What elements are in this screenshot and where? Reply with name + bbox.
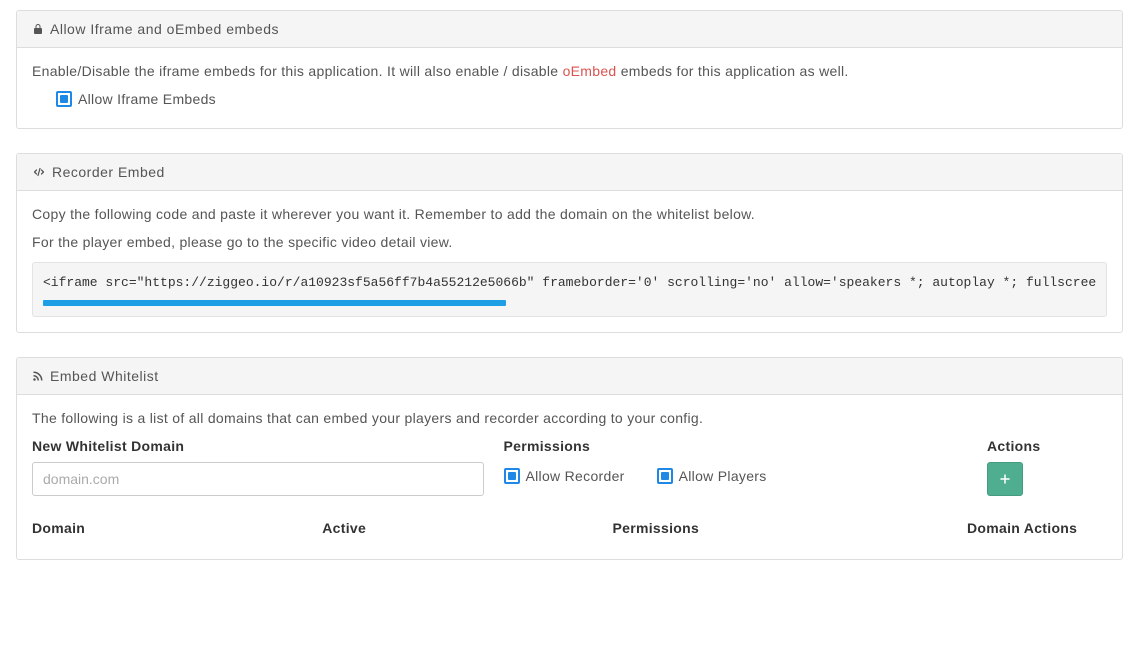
whitelist-permissions-column: Permissions Allow Recorder Allow Players [504,438,968,484]
allow-iframe-checkbox-label[interactable]: Allow Iframe Embeds [78,91,216,107]
code-icon [32,166,46,178]
new-whitelist-domain-label: New Whitelist Domain [32,438,484,454]
oembed-link[interactable]: oEmbed [563,63,617,79]
allow-players-item: Allow Players [657,468,767,484]
iframe-embeds-panel-body: Enable/Disable the iframe embeds for thi… [17,48,1122,128]
th-domain-actions: Domain Actions [967,520,1107,536]
whitelist-actions-column: Actions [987,438,1107,496]
add-domain-button[interactable] [987,462,1023,496]
plus-icon [999,473,1011,485]
allow-players-checkbox[interactable] [657,468,673,484]
desc-suffix: embeds for this application as well. [617,63,849,79]
recorder-embed-panel-title: Recorder Embed [52,164,165,180]
code-selection-highlight [43,300,506,306]
permissions-checks: Allow Recorder Allow Players [504,462,968,484]
allow-recorder-checkbox[interactable] [504,468,520,484]
embed-whitelist-description: The following is a list of all domains t… [32,410,1107,426]
allow-iframe-checkbox[interactable] [56,91,72,107]
desc-prefix: Enable/Disable the iframe embeds for thi… [32,63,563,79]
embed-whitelist-panel-title: Embed Whitelist [50,368,159,384]
allow-players-label[interactable]: Allow Players [679,468,767,484]
embed-whitelist-panel-body: The following is a list of all domains t… [17,395,1122,559]
whitelist-form-row: New Whitelist Domain Permissions Allow R… [32,438,1107,496]
iframe-embeds-panel: Allow Iframe and oEmbed embeds Enable/Di… [16,10,1123,129]
whitelist-domain-column: New Whitelist Domain [32,438,484,496]
allow-recorder-item: Allow Recorder [504,468,625,484]
iframe-embeds-panel-heading: Allow Iframe and oEmbed embeds [17,11,1122,48]
recorder-embed-line1: Copy the following code and paste it whe… [32,206,1107,222]
th-domain: Domain [32,520,322,536]
actions-label: Actions [987,438,1107,454]
embed-code-text[interactable]: <iframe src="https://ziggeo.io/r/a10923s… [43,275,1096,290]
new-whitelist-domain-input[interactable] [32,462,484,496]
allow-iframe-checkbox-row: Allow Iframe Embeds [32,91,1107,107]
whitelist-table-header: Domain Active Permissions Domain Actions [32,514,1107,544]
recorder-embed-line2: For the player embed, please go to the s… [32,234,1107,250]
embed-code-block[interactable]: <iframe src="https://ziggeo.io/r/a10923s… [32,262,1107,317]
permissions-label: Permissions [504,438,968,454]
iframe-embeds-panel-title: Allow Iframe and oEmbed embeds [50,21,279,37]
rss-icon [32,370,44,382]
recorder-embed-panel: Recorder Embed Copy the following code a… [16,153,1123,333]
embed-whitelist-panel: Embed Whitelist The following is a list … [16,357,1123,560]
th-permissions: Permissions [613,520,968,536]
lock-icon [32,23,44,35]
recorder-embed-panel-heading: Recorder Embed [17,154,1122,191]
iframe-embeds-description: Enable/Disable the iframe embeds for thi… [32,63,1107,79]
recorder-embed-panel-body: Copy the following code and paste it whe… [17,191,1122,332]
embed-whitelist-panel-heading: Embed Whitelist [17,358,1122,395]
allow-recorder-label[interactable]: Allow Recorder [526,468,625,484]
th-active: Active [322,520,612,536]
